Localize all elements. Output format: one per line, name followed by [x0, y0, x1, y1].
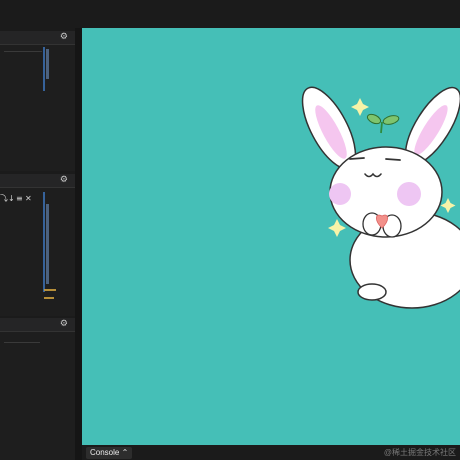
gear-icon[interactable]: ⚙	[60, 31, 68, 44]
eye	[349, 157, 365, 160]
sprout-stem	[380, 121, 383, 134]
bottom-bar: Console ⌃ @稀土掘金技术社区	[82, 445, 460, 460]
code-lines	[43, 47, 45, 91]
bunny-illustration	[301, 86, 460, 309]
sprout-leaf	[382, 115, 400, 125]
panel-header: ⚙	[0, 318, 75, 332]
canvas-stage[interactable]	[82, 28, 460, 445]
sparkle	[351, 98, 369, 116]
gear-icon[interactable]: ⚙	[60, 174, 68, 187]
panel-header: ⚙	[0, 174, 75, 188]
code-panel-1[interactable]: ⚙	[0, 31, 75, 171]
top-bar	[0, 0, 460, 28]
gear-icon[interactable]: ⚙	[60, 318, 68, 331]
code-lines	[46, 49, 49, 79]
divider	[4, 342, 40, 343]
console-toggle-button[interactable]: Console ⌃	[86, 447, 133, 459]
highlight-line	[44, 297, 54, 299]
divider	[4, 51, 42, 52]
sprout-leaf	[366, 113, 382, 125]
code-lines	[43, 192, 45, 292]
foot	[357, 283, 387, 301]
debug-toolbar: ⤵ ↓ ≡ ✕	[0, 194, 75, 204]
column-resize-strip[interactable]	[75, 28, 82, 460]
eye	[385, 158, 401, 161]
code-panel-2[interactable]: ⚙ ⤵ ↓ ≡ ✕	[0, 174, 75, 316]
cheek	[329, 183, 351, 205]
code-lines	[46, 204, 49, 284]
step-over-icon[interactable]: ⤵	[0, 194, 8, 204]
code-panel-3[interactable]: ⚙	[0, 318, 75, 460]
close-icon[interactable]: ✕	[25, 194, 32, 204]
step-out-icon[interactable]: ≡	[16, 194, 23, 204]
step-into-icon[interactable]: ↓	[8, 194, 15, 204]
highlight-line	[44, 289, 56, 291]
watermark: @稀土掘金技术社区	[383, 448, 456, 457]
cheek	[397, 182, 421, 206]
panel-header: ⚙	[0, 31, 75, 45]
sparkle	[440, 198, 456, 213]
